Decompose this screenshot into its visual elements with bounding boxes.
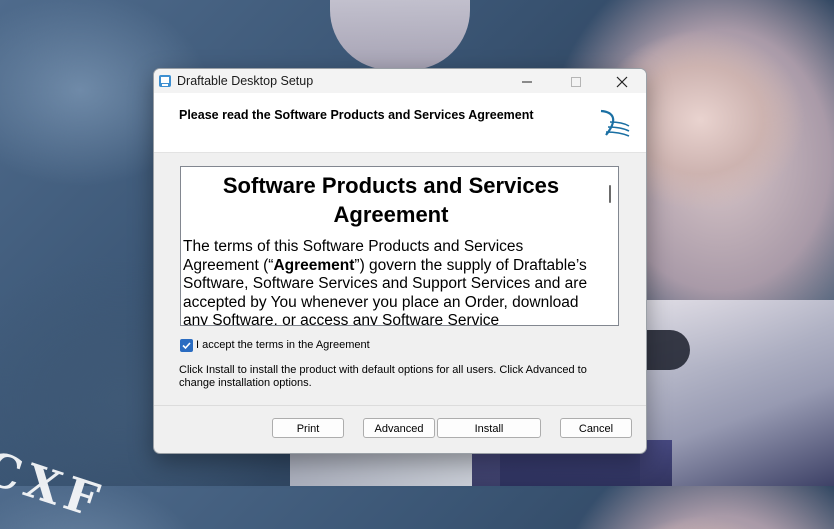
minimize-button[interactable] [505, 70, 549, 92]
print-button[interactable]: Print [272, 418, 344, 438]
install-button[interactable]: Install [437, 418, 541, 438]
cancel-button[interactable]: Cancel [560, 418, 632, 438]
checkmark-icon [182, 342, 191, 350]
accept-terms-label[interactable]: I accept the terms in the Agreement [196, 339, 370, 351]
close-button[interactable] [600, 70, 644, 92]
install-info-text: Click Install to install the product wit… [179, 364, 587, 389]
setup-installer-icon [159, 75, 171, 87]
background-decor [330, 0, 470, 70]
license-body-bold: Agreement [273, 256, 355, 274]
setup-window: Draftable Desktop Setup Please read the … [153, 68, 647, 454]
page-title: Please read the Software Products and Se… [179, 108, 534, 122]
advanced-button[interactable]: Advanced [363, 418, 435, 438]
background-decor [290, 452, 500, 486]
accept-terms-checkbox[interactable] [180, 339, 193, 352]
maximize-button[interactable] [554, 70, 598, 92]
minimize-icon [522, 81, 532, 83]
wizard-header: Please read the Software Products and Se… [154, 93, 646, 153]
close-icon [616, 76, 628, 88]
license-body: The terms of this Software Products and … [183, 238, 597, 325]
maximize-icon [571, 77, 581, 87]
divider [154, 405, 646, 406]
title-bar[interactable]: Draftable Desktop Setup [154, 69, 646, 93]
scrollbar-thumb[interactable] [609, 185, 611, 203]
license-scrollbar[interactable] [602, 167, 618, 325]
license-title: Software Products and Services Agreement [222, 173, 560, 227]
license-text-box[interactable]: Software Products and Services Agreement… [180, 166, 619, 326]
window-title: Draftable Desktop Setup [177, 74, 314, 88]
draftable-logo-icon [600, 109, 630, 137]
watermark-text: CXF [0, 440, 111, 529]
